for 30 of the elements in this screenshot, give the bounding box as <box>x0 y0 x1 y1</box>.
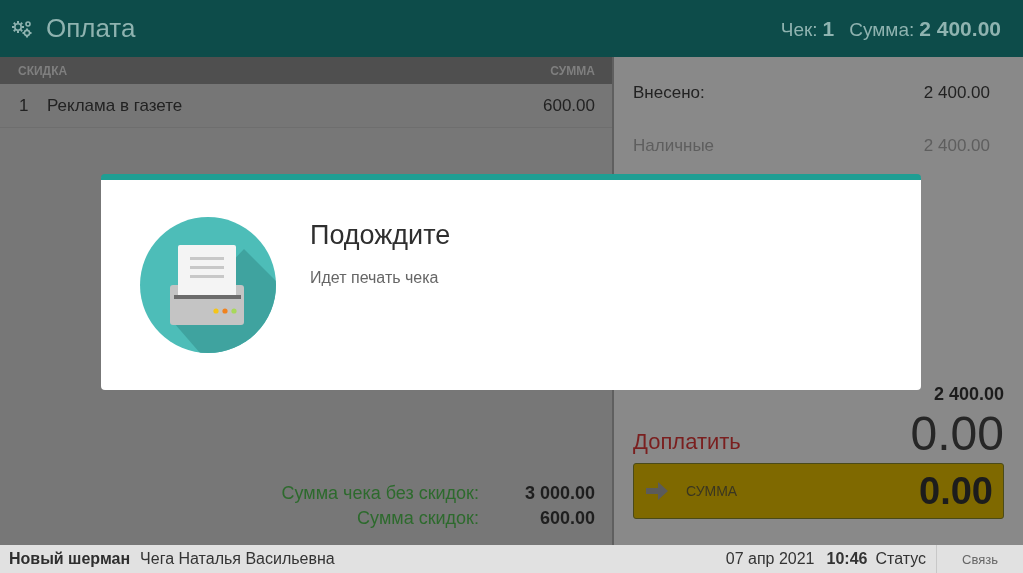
cashier-name: Чега Наталья Васильевна <box>140 550 335 568</box>
shop-name: Новый шерман <box>9 550 131 568</box>
arrow-icon <box>644 479 670 503</box>
printer-icon <box>140 217 276 353</box>
check-label: Чек: <box>780 18 818 41</box>
deposited-label: Внесено: <box>633 83 705 103</box>
check-number: 1 <box>822 16 835 41</box>
total-value: 3 000.00 <box>524 483 595 504</box>
total-value: 600.00 <box>539 508 595 529</box>
discount-amount: 600.00 <box>543 95 595 116</box>
amount-input-field[interactable]: СУММА 0.00 <box>633 463 1004 519</box>
total-amount: 2 400.00 <box>933 384 1004 405</box>
discount-name: Реклама в газете <box>47 95 184 116</box>
due-value: 0.00 <box>910 409 1004 459</box>
sum-label: Сумма: <box>849 18 915 41</box>
total-label: Сумма скидок: <box>357 508 479 529</box>
deposited-value: 2 400.00 <box>923 83 990 103</box>
status-text: Статус <box>875 550 926 568</box>
total-label: Сумма чека без скидок: <box>281 483 479 504</box>
screen-title: Оплата <box>46 13 136 44</box>
status-date: 07 апр 2021 <box>725 550 815 568</box>
gears-icon <box>10 18 34 39</box>
sum-value: 2 400.00 <box>919 16 1001 41</box>
amount-field-label: СУММА <box>686 483 739 499</box>
due-label: Доплатить <box>633 429 741 456</box>
dialog-message: Идет печать чека <box>310 269 440 287</box>
status-time: 10:46 <box>826 550 868 568</box>
dialog-title: Подождите <box>310 220 451 251</box>
row-number: 1 <box>19 95 30 116</box>
amount-field-value: 0.00 <box>919 469 993 513</box>
